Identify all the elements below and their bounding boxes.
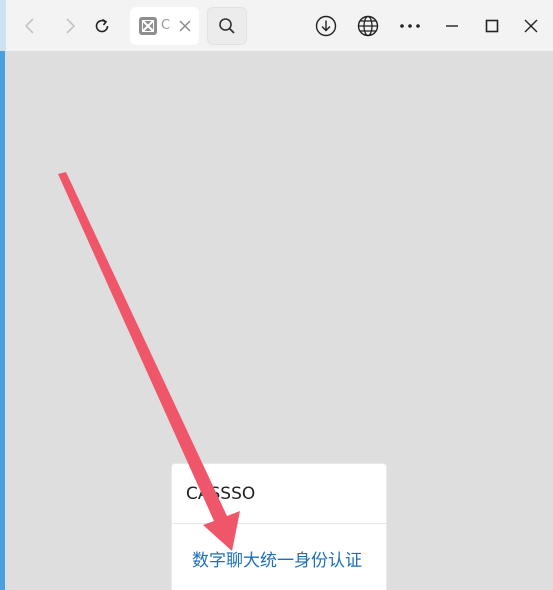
download-icon [315, 15, 337, 37]
more-button[interactable] [396, 12, 424, 40]
download-button[interactable] [312, 12, 340, 40]
close-icon [179, 20, 191, 32]
forward-button[interactable] [56, 12, 84, 40]
window-accent-border [0, 51, 5, 590]
window-edge [0, 0, 6, 51]
app-icon [139, 17, 157, 35]
browser-titlebar: C [0, 0, 553, 51]
minimize-icon [446, 25, 458, 27]
search-icon [219, 18, 235, 34]
chevron-left-icon [24, 18, 34, 34]
sso-card: CASSSO 数字聊大统一身份认证 [171, 463, 387, 590]
refresh-icon [95, 18, 109, 33]
search-button[interactable] [207, 7, 247, 45]
globe-icon [357, 15, 379, 37]
back-button[interactable] [16, 12, 44, 40]
tab-active[interactable]: C [130, 7, 199, 45]
more-icon [400, 24, 420, 28]
refresh-button[interactable] [88, 12, 116, 40]
maximize-icon [485, 19, 499, 33]
maximize-button[interactable] [478, 12, 506, 40]
chevron-right-icon [66, 18, 76, 34]
tab-title: C [161, 18, 171, 33]
globe-button[interactable] [354, 12, 382, 40]
tab-close-button[interactable] [174, 15, 196, 37]
sso-login-link[interactable]: 数字聊大统一身份认证 [172, 524, 386, 571]
card-title: CASSSO [172, 464, 386, 524]
app-icon-glyph [142, 20, 154, 32]
close-window-button[interactable] [517, 12, 545, 40]
close-icon [524, 19, 538, 33]
minimize-button[interactable] [438, 12, 466, 40]
